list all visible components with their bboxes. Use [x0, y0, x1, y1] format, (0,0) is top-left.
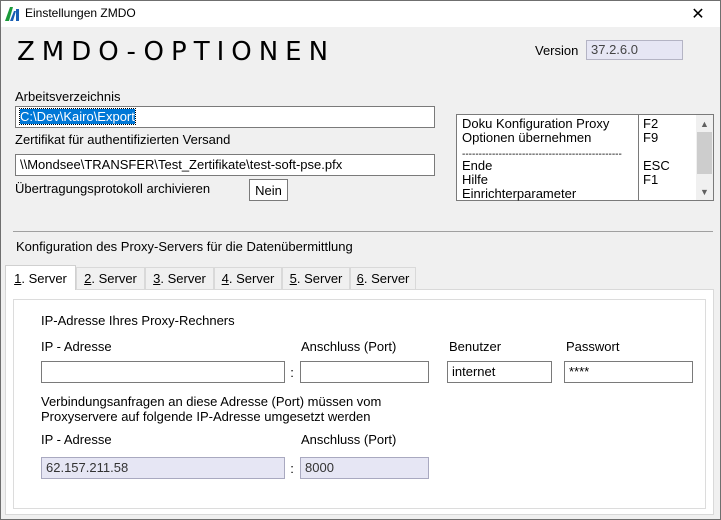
scroll-down-icon[interactable]: ▼	[696, 183, 713, 200]
listbox-scrollbar[interactable]: ▲ ▼	[696, 115, 713, 200]
protocol-toggle[interactable]: Nein	[249, 179, 288, 201]
tab-server-2-label: . Server	[91, 271, 137, 286]
tab-server-3-number: 3	[153, 271, 161, 286]
proxy-port-input[interactable]	[300, 361, 429, 383]
version-field: 37.2.6.0	[586, 40, 683, 60]
proxy-user-input[interactable]: internet	[447, 361, 552, 383]
shortcut-key-doku: F2	[643, 116, 659, 131]
proxy-ip-input[interactable]	[41, 361, 285, 383]
tab-server-3[interactable]: 3. Server	[145, 267, 214, 289]
target-port-label: Anschluss (Port)	[301, 432, 397, 447]
ip-port-colon: :	[290, 365, 294, 380]
proxy-group-title: IP-Adresse Ihres Proxy-Rechners	[41, 313, 235, 328]
shortcut-item-hilfe[interactable]: Hilfe	[462, 173, 488, 186]
scroll-up-icon[interactable]: ▲	[696, 115, 713, 132]
tab-server-3-label: . Server	[160, 271, 206, 286]
shortcut-item-einrichter[interactable]: Einrichterparameter	[462, 187, 576, 200]
shortcut-key-ende: ESC	[643, 158, 670, 173]
shortcut-key-hilfe: F1	[643, 172, 659, 187]
tab-server-6-label: . Server	[363, 271, 410, 286]
options-window: Einstellungen ZMDO ✕ ZMDO-OPTIONEN Versi…	[0, 0, 721, 520]
workdir-input[interactable]: C:\Dev\Kairo\Export	[15, 106, 435, 128]
close-icon: ✕	[691, 6, 705, 23]
shortcut-item-ende[interactable]: Ende	[462, 159, 492, 172]
tab-server-5-number: 5	[289, 271, 297, 286]
shortcut-item-optionen[interactable]: Optionen übernehmen	[462, 131, 591, 144]
certificate-input[interactable]: \\Mondsee\TRANSFER\Test_Zertifikate\test…	[15, 154, 435, 176]
version-label: Version	[535, 43, 579, 58]
scroll-thumb[interactable]	[697, 132, 712, 174]
ip-label: IP - Adresse	[41, 339, 112, 354]
section-divider	[13, 231, 713, 232]
window-title: Einstellungen ZMDO	[25, 6, 136, 20]
tab-server-4[interactable]: 4. Server	[214, 267, 282, 289]
tab-server-2[interactable]: 2. Server	[76, 267, 145, 289]
proxy-section-title: Konfiguration des Proxy-Servers für die …	[16, 239, 353, 254]
info-text-line1: Verbindungsanfragen an diese Adresse (Po…	[41, 394, 382, 409]
target-ip-label: IP - Adresse	[41, 432, 112, 447]
proxy-password-input[interactable]: ****	[564, 361, 693, 383]
target-ip-port-colon: :	[290, 461, 294, 476]
tab-server-6[interactable]: 6. Server	[350, 267, 416, 289]
target-ip-field: 62.157.211.58	[41, 457, 285, 479]
shortcut-item-doku[interactable]: Doku Konfiguration Proxy	[462, 117, 609, 130]
workdir-label: Arbeitsverzeichnis	[15, 89, 121, 104]
workdir-value: C:\Dev\Kairo\Export	[19, 108, 136, 125]
tab-server-5-label: . Server	[296, 271, 343, 286]
tab-server-1-number: 1	[14, 270, 22, 286]
user-label: Benutzer	[449, 339, 502, 354]
page-title: ZMDO-OPTIONEN	[17, 37, 336, 67]
title-bar: Einstellungen ZMDO ✕	[1, 1, 720, 27]
shortcut-listbox[interactable]: Doku Konfiguration Proxy F2 Optionen übe…	[456, 114, 714, 201]
shortcut-key-optionen: F9	[643, 130, 659, 145]
protocol-label: Übertragungsprotokoll archivieren	[15, 181, 211, 196]
tab-server-2-number: 2	[84, 271, 92, 286]
port-label: Anschluss (Port)	[301, 339, 397, 354]
tab-server-6-number: 6	[356, 271, 364, 286]
target-port-field: 8000	[300, 457, 429, 479]
password-label: Passwort	[566, 339, 620, 354]
info-text-line2: Proxyservere auf folgende IP-Adresse umg…	[41, 409, 371, 424]
close-button[interactable]: ✕	[676, 1, 720, 27]
certificate-label: Zertifikat für authentifizierten Versand	[15, 132, 231, 147]
protocol-value: Nein	[255, 182, 282, 198]
listbox-column-divider	[638, 115, 639, 200]
tab-server-4-number: 4	[221, 271, 229, 286]
tab-server-1-label: . Server	[21, 270, 67, 286]
app-logo-icon	[5, 7, 19, 21]
tab-server-1[interactable]: 1. Server	[5, 265, 76, 290]
tab-server-5[interactable]: 5. Server	[282, 267, 350, 289]
tab-server-4-label: . Server	[228, 271, 275, 286]
